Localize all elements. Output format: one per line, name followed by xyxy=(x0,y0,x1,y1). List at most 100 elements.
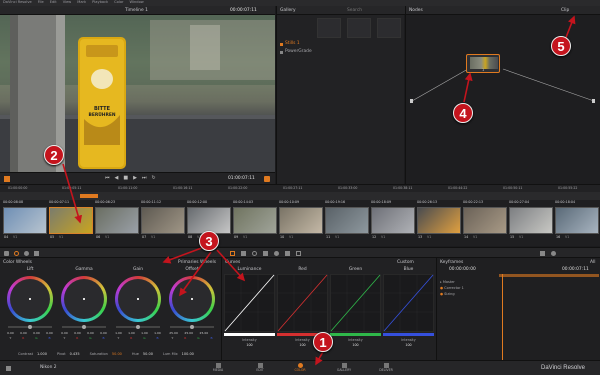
wheel-value[interactable]: 0.00 xyxy=(74,332,81,335)
sizing-icon[interactable] xyxy=(296,251,301,256)
wheel-value[interactable]: 25.00 xyxy=(169,332,178,335)
clip-thumbnail[interactable]: 00:00:22:13 14 V1 xyxy=(463,200,507,246)
home-icon[interactable] xyxy=(6,366,11,371)
info-icon[interactable] xyxy=(551,251,556,256)
wheel-value[interactable]: 1.00 xyxy=(141,332,148,335)
curve-graph[interactable] xyxy=(224,274,275,332)
menu-playback[interactable]: Playback xyxy=(92,1,108,5)
curve-green[interactable]: Green Intensity 100 xyxy=(330,267,381,358)
curve-graph[interactable] xyxy=(330,274,381,332)
album-stills[interactable]: Stills 1 xyxy=(280,41,312,46)
nodes-mode[interactable]: Clip xyxy=(561,8,569,13)
rgb-mixer-icon[interactable] xyxy=(34,251,39,256)
color-wheel-gamma[interactable]: Gamma 0.00 0.00 0.00 0.00 Y R G B xyxy=(58,267,110,348)
step-back-icon[interactable]: ◀ xyxy=(115,176,119,181)
intensity-value[interactable]: 100 xyxy=(330,343,381,347)
stop-icon[interactable]: ■ xyxy=(123,176,128,181)
wheel-value[interactable]: 1.00 xyxy=(128,332,135,335)
node-corrector[interactable]: 1 xyxy=(466,54,500,73)
contrast-value[interactable]: 1.000 xyxy=(37,353,47,357)
wheel-value[interactable]: 1.00 xyxy=(115,332,122,335)
clip-thumbnail[interactable]: 00:00:18:09 12 V1 xyxy=(371,200,415,246)
window-icon[interactable] xyxy=(252,251,257,256)
wheel-value[interactable]: 1.00 xyxy=(154,332,161,335)
clip-thumbnail[interactable]: 00:00:19:16 11 V1 xyxy=(325,200,369,246)
clip-thumbnail[interactable]: 00:00:26:13 13 V1 xyxy=(417,200,461,246)
clip-thumbnail[interactable]: 00:00:08:08 04 V1 xyxy=(3,200,47,246)
color-match-icon[interactable] xyxy=(24,251,29,256)
curve-graph[interactable] xyxy=(277,274,328,332)
wheel-value[interactable]: 0.00 xyxy=(33,332,40,335)
clip-thumbnail[interactable]: 00:00:10:09 10 V1 xyxy=(279,200,323,246)
wheel-value[interactable]: 0.00 xyxy=(61,332,68,335)
curve-graph[interactable] xyxy=(383,274,434,332)
wheel-center[interactable] xyxy=(191,298,193,300)
page-tab-edit[interactable]: EDIT xyxy=(250,363,270,373)
menu-color[interactable]: Color xyxy=(114,1,123,5)
intensity-value[interactable]: 100 xyxy=(383,343,434,347)
curve-blue[interactable]: Blue Intensity 100 xyxy=(383,267,434,358)
clip-thumbnail[interactable]: 00:00:27:04 15 V1 xyxy=(509,200,553,246)
camera-raw-icon[interactable] xyxy=(4,251,9,256)
color-wheels-icon[interactable] xyxy=(14,251,19,256)
menu-file[interactable]: File xyxy=(38,1,44,5)
lummix-value[interactable]: 100.00 xyxy=(182,353,194,357)
wheels-mode[interactable]: Primaries Wheels xyxy=(178,260,216,265)
edit-pencil-icon[interactable] xyxy=(4,176,10,182)
key-icon[interactable] xyxy=(285,251,290,256)
play-icon[interactable]: ▶ xyxy=(133,176,137,181)
menu-edit[interactable]: Edit xyxy=(50,1,57,5)
timeline-name[interactable]: Timeline 1 xyxy=(125,8,148,13)
still-slot[interactable] xyxy=(377,18,401,38)
wheel-slider[interactable] xyxy=(116,325,160,329)
wheel-value[interactable]: 0.00 xyxy=(87,332,94,335)
intensity-value[interactable]: 100 xyxy=(224,343,275,347)
page-tab-media[interactable]: MEDIA xyxy=(208,363,228,373)
wheel-slider[interactable] xyxy=(8,325,52,329)
clip-thumbnail[interactable]: 00:00:11:12 07 V1 xyxy=(141,200,185,246)
loop-icon[interactable]: ↻ xyxy=(151,176,155,181)
page-tab-deliver[interactable]: DELIVER xyxy=(374,363,398,373)
keyframe-playhead[interactable] xyxy=(502,274,503,360)
wheel-value[interactable]: 0.00 xyxy=(46,332,53,335)
tracker-icon[interactable] xyxy=(263,251,268,256)
menu-app[interactable]: DaVinci Resolve xyxy=(3,1,32,5)
wheel-slider[interactable] xyxy=(62,325,106,329)
curves-tool-icon[interactable] xyxy=(230,251,235,256)
curves-mode[interactable]: Custom xyxy=(397,260,414,265)
album-powergrade[interactable]: PowerGrade xyxy=(280,49,312,54)
hue-value[interactable]: 50.00 xyxy=(143,353,153,357)
saturation-value[interactable]: 50.00 xyxy=(112,353,122,357)
color-wheel-offset[interactable]: Offset 25.00 25.00 25.00 Y R G B xyxy=(166,267,218,348)
clip-thumbnail[interactable]: 00:00:18:04 16 V1 xyxy=(555,200,599,246)
viewer-image[interactable]: BITTE BERÜHREN xyxy=(0,15,275,172)
wheel-center[interactable] xyxy=(137,298,139,300)
clip-thumbnail[interactable]: 00:00:07:11 05 V1 xyxy=(49,200,93,246)
wheel-value[interactable]: 25.00 xyxy=(200,332,209,335)
clip-thumbnail[interactable]: 00:00:14:03 09 V1 xyxy=(233,200,277,246)
wheel-value[interactable]: 0.00 xyxy=(100,332,107,335)
color-wheel-gain[interactable]: Gain 1.00 1.00 1.00 1.00 Y R G B xyxy=(112,267,164,348)
curve-luminance[interactable]: Luminance Intensity 100 xyxy=(224,267,275,358)
clip-thumbnail[interactable]: 00:00:06:23 06 V1 xyxy=(95,200,139,246)
skip-forward-icon[interactable]: ⏭ xyxy=(142,176,147,181)
still-slot[interactable] xyxy=(347,18,371,38)
wheel-slider[interactable] xyxy=(170,325,214,329)
wheel-center[interactable] xyxy=(29,298,31,300)
keyframes-scope[interactable]: All xyxy=(590,260,595,265)
page-tab-color[interactable]: COLOR xyxy=(290,363,310,373)
pivot-value[interactable]: 0.435 xyxy=(70,353,80,357)
skip-back-icon[interactable]: ⏮ xyxy=(105,176,110,181)
track-sizing[interactable]: ● Sizing xyxy=(440,291,464,297)
wheel-value[interactable]: 0.00 xyxy=(7,332,14,335)
menu-mark[interactable]: Mark xyxy=(77,1,86,5)
color-picker-icon[interactable] xyxy=(264,176,270,182)
qualifier-icon[interactable] xyxy=(241,251,246,256)
color-wheel-lift[interactable]: Lift 0.00 0.00 0.00 0.00 Y R G B xyxy=(4,267,56,348)
wheel-value[interactable]: 25.00 xyxy=(184,332,193,335)
blur-icon[interactable] xyxy=(274,251,279,256)
still-slot[interactable] xyxy=(317,18,341,38)
menu-window[interactable]: Window xyxy=(130,1,144,5)
page-tab-gallery[interactable]: GALLERY xyxy=(332,363,356,373)
scopes-icon[interactable] xyxy=(540,251,545,256)
